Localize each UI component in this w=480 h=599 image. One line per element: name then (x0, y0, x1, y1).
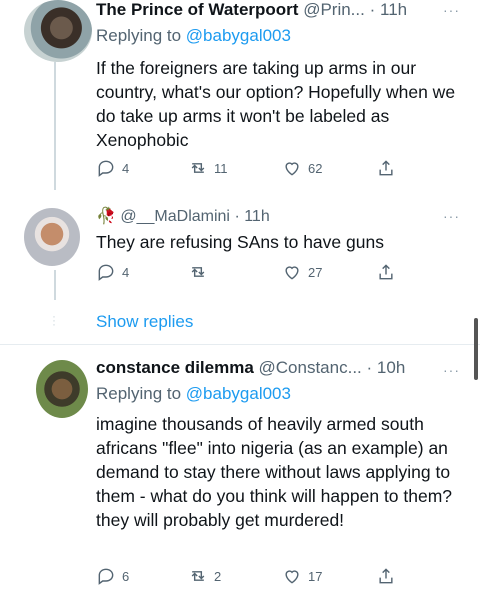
thread-dots-icon: · · · (52, 309, 56, 331)
replying-to: Replying to @babygal003 (96, 384, 291, 404)
dot-separator: · (234, 208, 240, 225)
like-count: 62 (308, 160, 323, 176)
display-name[interactable]: The Prince of Waterpoort (96, 0, 298, 19)
like-button[interactable]: 62 (282, 158, 322, 178)
replying-to: Replying to @babygal003 (96, 26, 291, 46)
more-options-icon[interactable]: ··· (443, 208, 460, 224)
share-button[interactable] (376, 262, 396, 282)
tweet-header: The Prince of Waterpoort @Prin... · 11h (96, 0, 444, 20)
reply-button[interactable]: 4 (96, 262, 129, 282)
tweet-actions: 4 11 62 (96, 158, 416, 180)
rose-emoji: 🥀 (96, 208, 116, 225)
user-handle[interactable]: @Prin... (303, 0, 365, 19)
retweet-button[interactable] (188, 262, 214, 282)
scrollbar[interactable] (474, 318, 478, 380)
like-button[interactable]: 17 (282, 566, 322, 586)
avatar[interactable] (24, 0, 92, 62)
share-icon (379, 160, 393, 176)
like-button[interactable]: 27 (282, 262, 322, 282)
heart-icon (285, 266, 299, 280)
retweet-count: 11 (214, 160, 228, 176)
replying-to-handle[interactable]: @babygal003 (186, 384, 291, 403)
share-button[interactable] (376, 158, 396, 178)
share-icon (379, 264, 393, 280)
heart-icon (285, 162, 299, 176)
replying-to-label: Replying to (96, 26, 182, 45)
divider (0, 344, 480, 345)
more-options-icon[interactable]: ··· (443, 2, 460, 18)
retweet-count: 2 (214, 568, 222, 584)
thread-line (54, 62, 56, 190)
tweet-header: constance dilemma @Constanc... · 10h (96, 358, 444, 378)
thread-line (54, 270, 56, 300)
user-handle[interactable]: @__MaDlamini (120, 208, 230, 225)
reply-icon (98, 264, 114, 281)
share-icon (379, 568, 393, 584)
retweet-icon (191, 267, 205, 277)
avatar[interactable] (24, 208, 80, 266)
retweet-button[interactable]: 11 (188, 158, 228, 178)
replying-to-handle[interactable]: @babygal003 (186, 26, 291, 45)
avatar[interactable] (36, 360, 88, 418)
tweet-header: 🥀 @__MaDlamini · 11h (96, 206, 444, 226)
retweet-icon (191, 163, 205, 173)
dot-separator: · (366, 358, 373, 377)
dot-separator: · (369, 0, 376, 19)
display-name[interactable]: constance dilemma (96, 358, 254, 377)
reply-icon (98, 160, 114, 177)
user-handle[interactable]: @Constanc... (259, 358, 362, 377)
reply-icon (98, 568, 114, 585)
retweet-icon (191, 571, 205, 581)
reply-count: 4 (122, 160, 130, 176)
more-options-icon[interactable]: ··· (443, 362, 460, 378)
tweet-actions: 4 27 (96, 262, 416, 284)
replying-to-label: Replying to (96, 384, 182, 403)
timestamp[interactable]: 11h (244, 208, 270, 225)
reply-count: 6 (122, 568, 130, 584)
like-count: 27 (308, 264, 323, 280)
like-count: 17 (308, 568, 323, 584)
timestamp[interactable]: 11h (380, 0, 407, 19)
show-replies-link[interactable]: Show replies (96, 312, 193, 332)
tweet-text: They are refusing SAns to have guns (96, 232, 384, 252)
tweet-actions: 6 2 17 (96, 566, 416, 588)
tweet-text: imagine thousands of heavily armed south… (96, 414, 453, 530)
retweet-button[interactable]: 2 (188, 566, 221, 586)
reply-count: 4 (122, 264, 130, 280)
share-button[interactable] (376, 566, 396, 586)
timestamp[interactable]: 10h (377, 358, 405, 377)
reply-button[interactable]: 6 (96, 566, 129, 586)
reply-button[interactable]: 4 (96, 158, 129, 178)
heart-icon (285, 570, 299, 584)
tweet-text: If the foreigners are taking up arms in … (96, 58, 456, 150)
